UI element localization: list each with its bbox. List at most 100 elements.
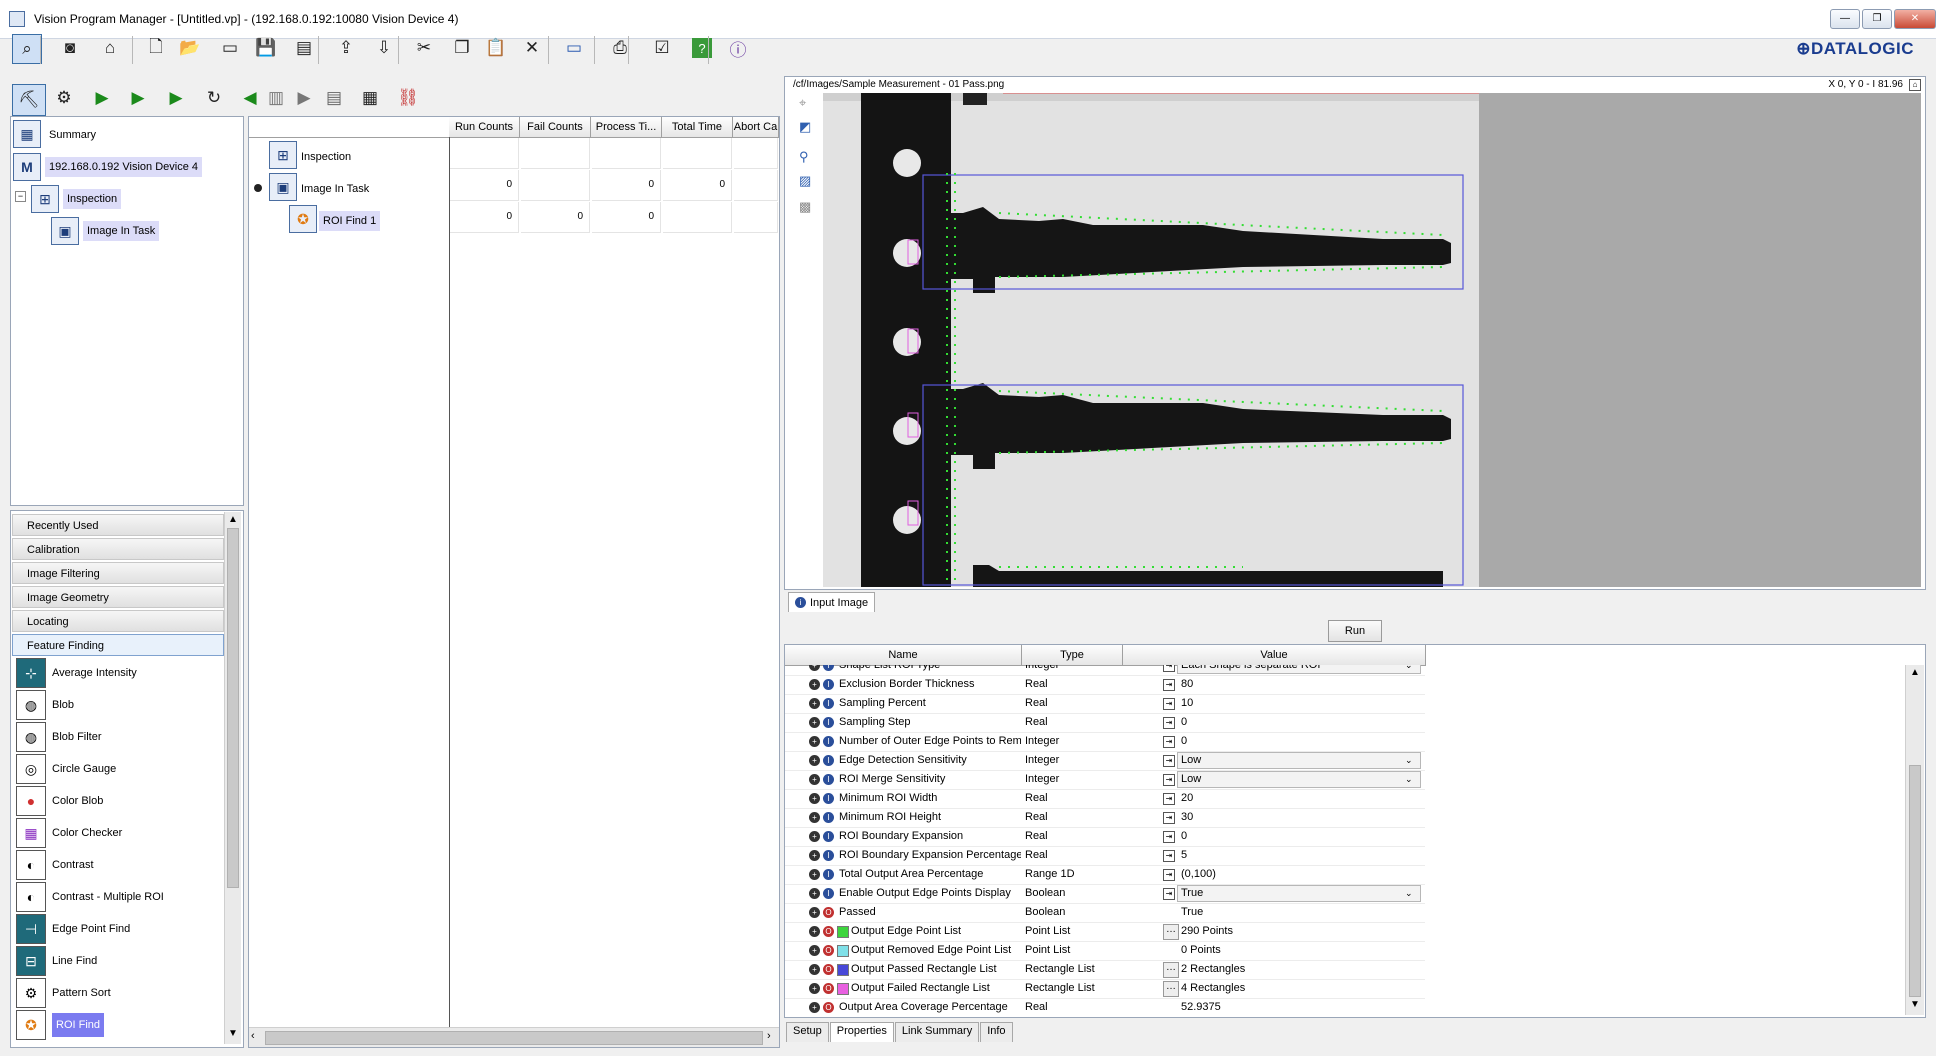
pointer-icon[interactable]: ⌖: [799, 95, 806, 111]
overlay-icon[interactable]: ◩: [799, 119, 811, 135]
open-icon[interactable]: 📂: [176, 34, 204, 62]
browse-button[interactable]: …: [1163, 924, 1179, 940]
expand-icon[interactable]: +: [809, 665, 820, 671]
property-row[interactable]: + O Output Failed Rectangle List Rectangle …: [785, 979, 1425, 999]
expand-icon[interactable]: +: [809, 1002, 820, 1013]
expand-icon[interactable]: +: [809, 907, 820, 918]
tool-blob[interactable]: ◍ Blob: [16, 690, 74, 720]
home-icon[interactable]: ⌂: [96, 34, 124, 62]
tool-color-blob[interactable]: ● Color Blob: [16, 786, 103, 816]
counter-icon[interactable]: ▦: [356, 84, 384, 112]
info-icon[interactable]: ⓘ: [724, 34, 752, 62]
property-value[interactable]: 10: [1181, 694, 1401, 713]
tree-item-summary[interactable]: Summary: [45, 125, 100, 145]
tool-line-find[interactable]: ⊟ Line Find: [16, 946, 97, 976]
chevron-down-icon[interactable]: ⌄: [1405, 884, 1413, 903]
teach-icon[interactable]: ⛏: [12, 84, 46, 116]
property-row[interactable]: + O Passed Boolean True: [785, 903, 1425, 923]
expand-icon[interactable]: +: [809, 926, 820, 937]
tool-library-scrollbar[interactable]: ▲ ▼: [224, 512, 241, 1044]
grid-row-image-in-task[interactable]: Image In Task: [297, 179, 373, 199]
property-row[interactable]: + I Number of Outer Edge Points to Rem Inte…: [785, 732, 1425, 752]
property-row[interactable]: + I ROI Merge Sensitivity Integer ⇥ ⌄ Low: [785, 770, 1425, 790]
expand-icon[interactable]: +: [809, 679, 820, 690]
save-all-icon[interactable]: ▤: [290, 34, 318, 62]
property-value[interactable]: 30: [1181, 808, 1401, 827]
link-input-icon[interactable]: ⇥: [1163, 717, 1175, 729]
run-icon[interactable]: ▶: [88, 84, 116, 112]
property-row[interactable]: + I Enable Output Edge Points Display Boole…: [785, 884, 1425, 904]
tool-average-intensity[interactable]: ⊹ Average Intensity: [16, 658, 137, 688]
lock-icon[interactable]: ⌂: [1909, 79, 1921, 91]
tab-info[interactable]: Info: [980, 1022, 1013, 1042]
save-icon[interactable]: 💾: [252, 34, 280, 62]
grid-horizontal-scrollbar[interactable]: ‹ ›: [249, 1027, 779, 1047]
help-icon[interactable]: ?: [692, 38, 712, 58]
tool-scroll-thumb[interactable]: [227, 528, 239, 888]
run-button[interactable]: Run: [1328, 620, 1382, 642]
expand-icon[interactable]: +: [809, 774, 820, 785]
step-icon[interactable]: ⚙: [50, 84, 78, 112]
expand-icon[interactable]: +: [809, 945, 820, 956]
col-total-time[interactable]: Total Time: [662, 117, 733, 138]
export-icon[interactable]: ⇪: [332, 34, 360, 62]
property-row[interactable]: + I Edge Detection Sensitivity Integer ⇥ ⌄ Low: [785, 751, 1425, 771]
col-run-counts[interactable]: Run Counts: [449, 117, 520, 138]
monitor-icon[interactable]: ▭: [560, 34, 588, 62]
expand-icon[interactable]: +: [809, 793, 820, 804]
folder-icon[interactable]: ▭: [216, 34, 244, 62]
grid-row-inspection[interactable]: Inspection: [297, 147, 355, 167]
tool-blob-filter[interactable]: ◍ Blob Filter: [16, 722, 102, 752]
category-calibration[interactable]: Calibration: [12, 538, 224, 560]
property-row[interactable]: + I Sampling Percent Real ⇥ 10: [785, 694, 1425, 714]
category-locating[interactable]: Locating: [12, 610, 224, 632]
browse-button[interactable]: …: [1163, 962, 1179, 978]
grid-row-roi-find-1[interactable]: ROI Find 1: [319, 211, 381, 231]
property-value[interactable]: 5: [1181, 846, 1401, 865]
tree-item-inspection[interactable]: Inspection: [63, 189, 122, 209]
link-input-icon[interactable]: ⇥: [1163, 812, 1175, 824]
link-input-icon[interactable]: ⇥: [1163, 755, 1175, 767]
col-fail-counts[interactable]: Fail Counts: [520, 117, 591, 138]
tab-properties[interactable]: Properties: [829, 1022, 894, 1042]
property-value[interactable]: (0,100): [1181, 865, 1401, 884]
expand-icon[interactable]: +: [809, 850, 820, 861]
checklist-icon[interactable]: ☑: [648, 34, 676, 62]
tool-pattern-sort[interactable]: ⚙ Pattern Sort: [16, 978, 111, 1008]
camera-icon[interactable]: ◙: [56, 34, 84, 62]
grid-scroll-thumb[interactable]: [265, 1031, 763, 1045]
link-input-icon[interactable]: ⇥: [1163, 850, 1175, 862]
category-image-geometry[interactable]: Image Geometry: [12, 586, 224, 608]
link-input-icon[interactable]: ⇥: [1163, 793, 1175, 805]
tool-contrast[interactable]: ◐ Contrast: [16, 850, 94, 880]
property-row[interactable]: + I Sampling Step Real ⇥ 0: [785, 713, 1425, 733]
link-input-icon[interactable]: ⇥: [1163, 831, 1175, 843]
property-value[interactable]: 0: [1181, 827, 1401, 846]
property-value[interactable]: True: [1181, 884, 1401, 903]
category-image-filtering[interactable]: Image Filtering: [12, 562, 224, 584]
tree-item-device[interactable]: 192.168.0.192 Vision Device 4: [45, 157, 203, 177]
property-row[interactable]: + I Exclusion Border Thickness Real ⇥ 80: [785, 675, 1425, 695]
property-row[interactable]: + O Output Area Coverage Percentage Real 52.…: [785, 998, 1425, 1015]
collapse-dot-icon[interactable]: [254, 184, 262, 192]
link-input-icon[interactable]: ⇥: [1163, 665, 1175, 672]
props-scroll-up-icon[interactable]: ▲: [1910, 667, 1920, 678]
link-input-icon[interactable]: ⇥: [1163, 774, 1175, 786]
property-value[interactable]: Each Shape is separate ROI: [1181, 665, 1401, 675]
props-scroll-down-icon[interactable]: ▼: [1910, 999, 1920, 1010]
tool-roi-find[interactable]: ✪ ROI Find: [16, 1010, 105, 1040]
grid-view-icon[interactable]: ▩: [799, 199, 811, 215]
film-icon[interactable]: ▥: [262, 84, 290, 112]
col-process-time[interactable]: Process Ti...: [591, 117, 662, 138]
scroll-up-icon[interactable]: ▲: [228, 514, 238, 525]
close-button[interactable]: ✕: [1894, 9, 1936, 29]
chevron-down-icon[interactable]: ⌄: [1405, 751, 1413, 770]
expand-icon[interactable]: +: [809, 964, 820, 975]
col-abort-count[interactable]: Abort Ca: [733, 117, 779, 138]
category-recently-used[interactable]: Recently Used: [12, 514, 224, 536]
collapse-icon[interactable]: −: [15, 191, 26, 202]
property-row[interactable]: + O Output Edge Point List Point List … 290 P…: [785, 922, 1425, 942]
expand-icon[interactable]: +: [809, 736, 820, 747]
property-value[interactable]: Low: [1181, 770, 1401, 789]
expand-icon[interactable]: +: [809, 812, 820, 823]
